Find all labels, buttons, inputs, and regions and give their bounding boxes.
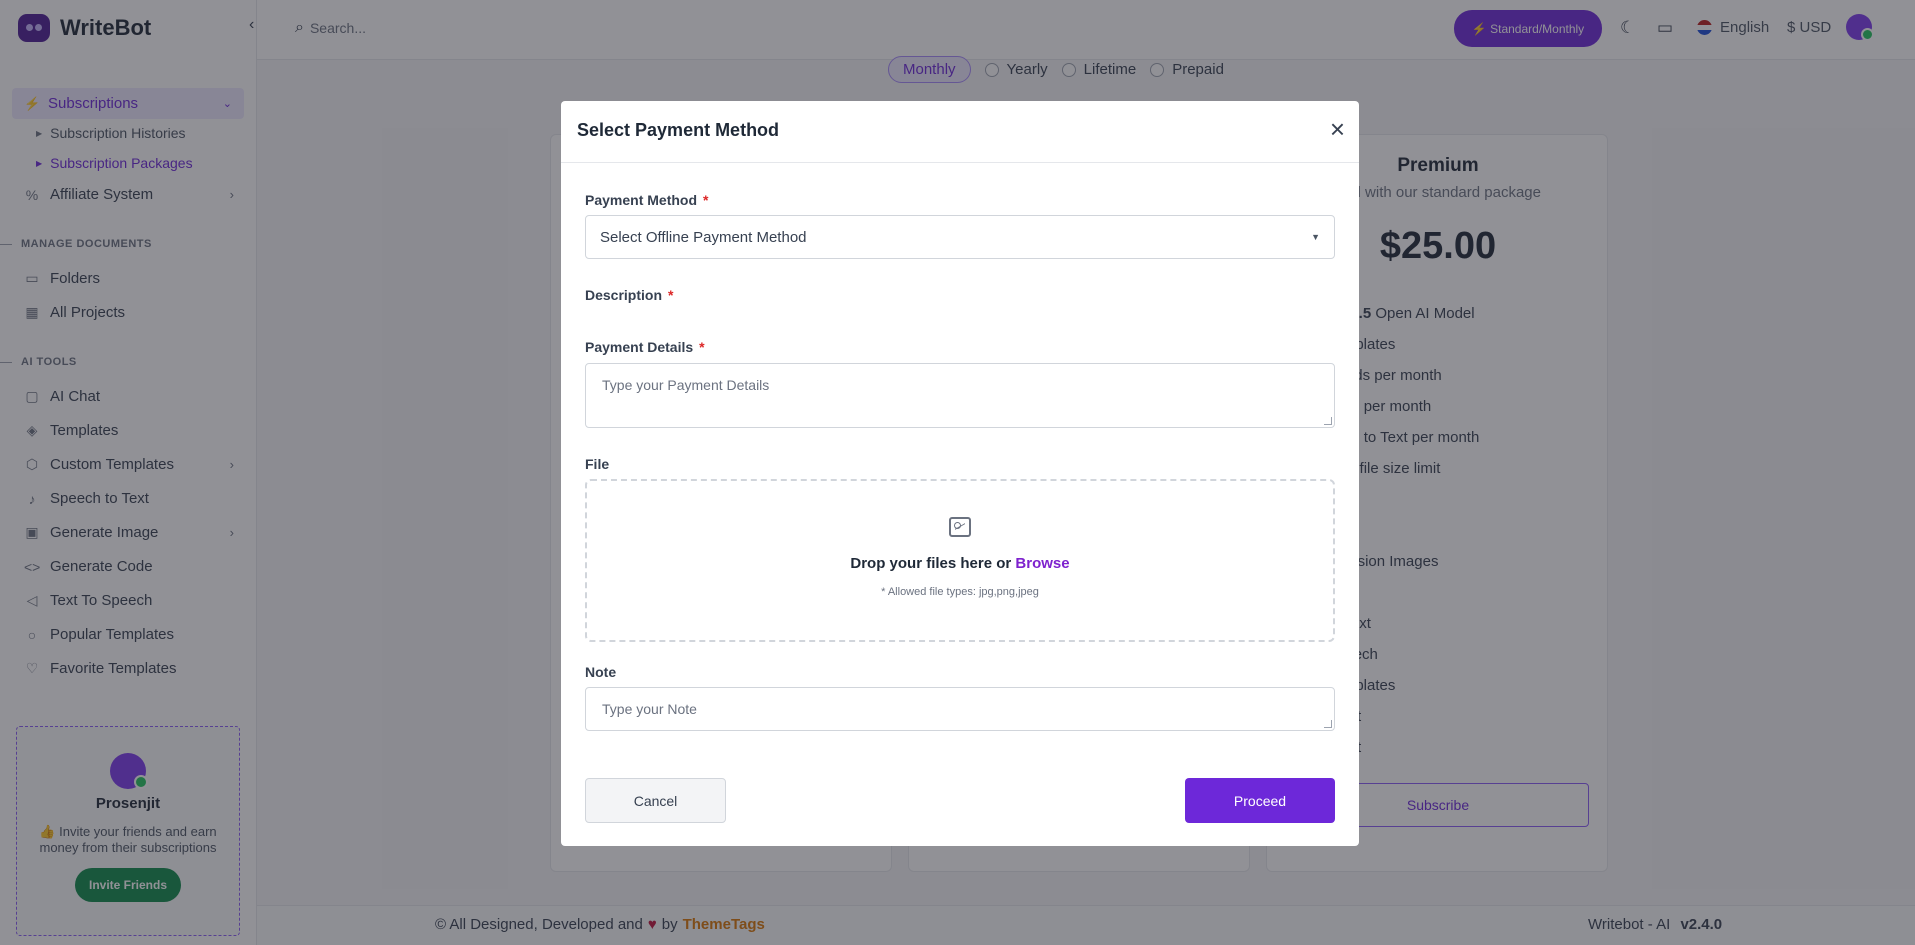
placeholder-text: Type your Payment Details [602,377,770,393]
resize-handle-icon[interactable] [1324,720,1332,728]
caret-down-icon: ▼ [1311,232,1320,242]
required-marker: * [703,192,709,208]
browse-link[interactable]: Browse [1015,555,1069,572]
payment-details-label: Payment Details * [585,339,705,355]
note-label: Note [585,664,617,680]
close-icon[interactable]: × [1330,116,1345,142]
note-textarea[interactable]: Type your Note [585,687,1335,731]
allowed-file-types: * Allowed file types: jpg,png,jpeg [881,586,1039,598]
dropzone-text: Drop your files here or Browse [587,555,1333,572]
cancel-button[interactable]: Cancel [585,778,726,823]
payment-method-select[interactable]: Select Offline Payment Method ▼ [585,215,1335,259]
payment-details-textarea[interactable]: Type your Payment Details [585,363,1335,428]
label-text: Payment Details [585,339,694,355]
file-label: File [585,456,610,472]
file-dropzone[interactable]: Drop your files here or Browse * Allowed… [585,479,1335,642]
select-value: Select Offline Payment Method [600,228,807,246]
proceed-button[interactable]: Proceed [1185,778,1335,823]
placeholder-text: Type your Note [602,701,697,717]
label-text: Description [585,287,663,303]
drop-text: Drop your files here or [850,555,1012,572]
payment-method-modal: Select Payment Method × Payment Method * … [561,101,1359,846]
resize-handle-icon[interactable] [1324,417,1332,425]
payment-method-label: Payment Method * [585,192,708,208]
image-icon [949,517,971,537]
description-label: Description * [585,287,673,303]
divider [561,162,1359,163]
required-marker: * [668,287,674,303]
required-marker: * [699,339,705,355]
label-text: Payment Method [585,192,698,208]
modal-title: Select Payment Method [577,120,780,140]
